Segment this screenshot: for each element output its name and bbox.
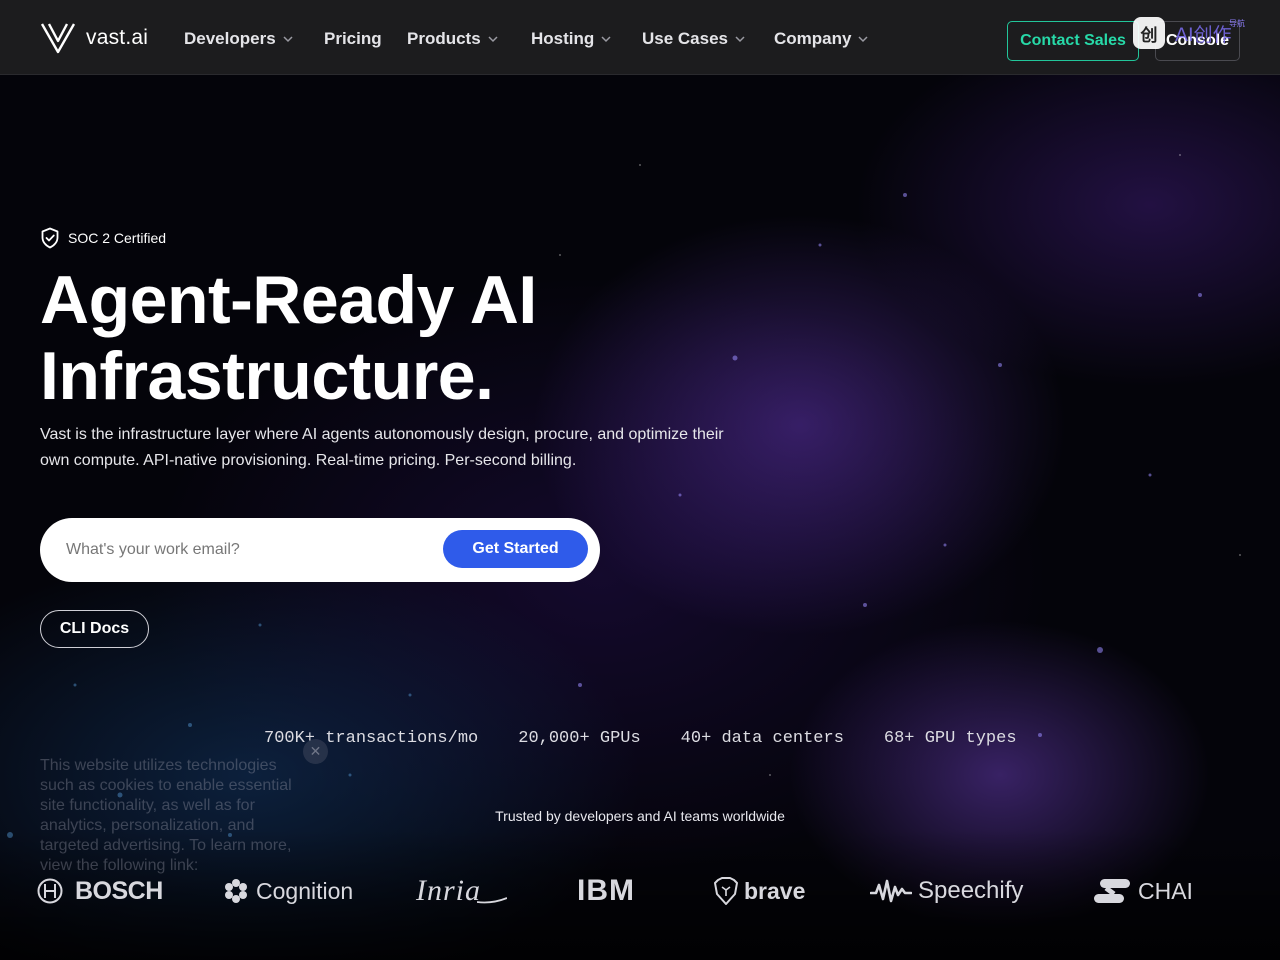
nav-item-label: Company xyxy=(774,29,852,48)
nav-item-label: Products xyxy=(407,29,481,48)
logo-inria-text: Inria xyxy=(416,874,481,907)
logo-ibm: IBM xyxy=(577,872,635,910)
logo-bosch: BOSCH xyxy=(37,872,163,910)
ai-nav-text: AI创作 xyxy=(1175,23,1232,46)
stat-gpu-types: 68+ GPU types xyxy=(883,729,1017,748)
soc2-badge: SOC 2 Certified xyxy=(40,227,166,249)
chevron-down-icon xyxy=(601,36,611,43)
brave-lion-icon xyxy=(714,877,738,905)
logo-ibm-text: IBM xyxy=(577,874,635,907)
email-signup-form: Get Started xyxy=(40,518,600,582)
brand-name: vast.ai xyxy=(86,26,149,49)
logo-cognition-text: Cognition xyxy=(256,877,354,904)
cli-docs-button[interactable]: CLI Docs xyxy=(40,610,149,648)
nav-item-company[interactable]: Company xyxy=(774,29,869,49)
logo-bosch-text: BOSCH xyxy=(75,876,163,905)
chai-mark-icon xyxy=(1094,879,1130,903)
ai-nav-icon: 创 xyxy=(1133,17,1165,49)
chevron-down-icon xyxy=(858,36,868,43)
ai-nav-subtext: 导航 xyxy=(1229,19,1245,28)
nav-item-use-cases[interactable]: Use Cases xyxy=(642,29,746,49)
vast-v-logo-icon xyxy=(40,23,76,54)
logo-chai-text: CHAI xyxy=(1138,877,1193,904)
ai-nav-overlay-badge[interactable]: 创 AI创作 导航 xyxy=(1133,15,1263,51)
stat-gpus: 20,000+ GPUs xyxy=(518,729,641,748)
cognition-flower-icon xyxy=(225,879,247,903)
bosch-armature-icon xyxy=(37,878,63,904)
brand-logo[interactable]: vast.ai xyxy=(40,22,148,54)
work-email-input[interactable] xyxy=(66,530,436,570)
stat-data-centers: 40+ data centers xyxy=(680,729,844,748)
logo-chai: CHAI xyxy=(1092,872,1193,910)
inria-swoosh-icon xyxy=(477,897,507,904)
shield-check-icon xyxy=(41,227,59,249)
trusted-by-caption: Trusted by developers and AI teams world… xyxy=(495,808,785,824)
logo-speechify-text: Speechify xyxy=(918,877,1024,904)
logo-brave-text: brave xyxy=(744,877,806,904)
soc2-label: SOC 2 Certified xyxy=(68,230,167,246)
nav-item-products[interactable]: Products xyxy=(407,29,499,49)
nav-item-developers[interactable]: Developers xyxy=(184,29,294,49)
nav-item-pricing[interactable]: Pricing xyxy=(324,29,382,49)
stats-row: 700K+ transactions/mo 20,000+ GPUs 40+ d… xyxy=(264,729,1017,748)
subhead-line-1: Vast is the infrastructure layer where A… xyxy=(40,426,724,443)
headline-line-2: Infrastructure. xyxy=(40,338,494,414)
nav-item-label: Pricing xyxy=(324,29,382,48)
get-started-button[interactable]: Get Started xyxy=(443,530,588,568)
nav-item-label: Developers xyxy=(184,29,276,48)
logo-cognition: Cognition xyxy=(222,872,353,910)
nav-item-label: Hosting xyxy=(531,29,595,48)
hero-subheadline: Vast is the infrastructure layer where A… xyxy=(40,422,740,474)
logo-brave: brave xyxy=(714,872,805,910)
headline-line-1: Agent-Ready AI xyxy=(40,262,537,338)
logo-speechify: Speechify xyxy=(870,872,1023,910)
top-navbar: vast.ai Developers Pricing Products Host… xyxy=(0,0,1280,75)
hero-headline: Agent-Ready AI Infrastructure. xyxy=(40,262,680,414)
close-icon[interactable]: ✕ xyxy=(303,739,328,764)
nav-item-label: Use Cases xyxy=(642,29,729,48)
speechify-wave-icon xyxy=(870,879,912,903)
subhead-line-2: own compute. API-native provisioning. Re… xyxy=(40,452,577,469)
nav-item-hosting[interactable]: Hosting xyxy=(531,29,612,49)
chevron-down-icon xyxy=(735,36,745,43)
logo-inria: Inria xyxy=(416,872,507,910)
chevron-down-icon xyxy=(488,36,498,43)
chevron-down-icon xyxy=(283,36,293,43)
stat-transactions: 700K+ transactions/mo xyxy=(264,729,479,748)
contact-sales-button[interactable]: Contact Sales xyxy=(1007,21,1139,61)
